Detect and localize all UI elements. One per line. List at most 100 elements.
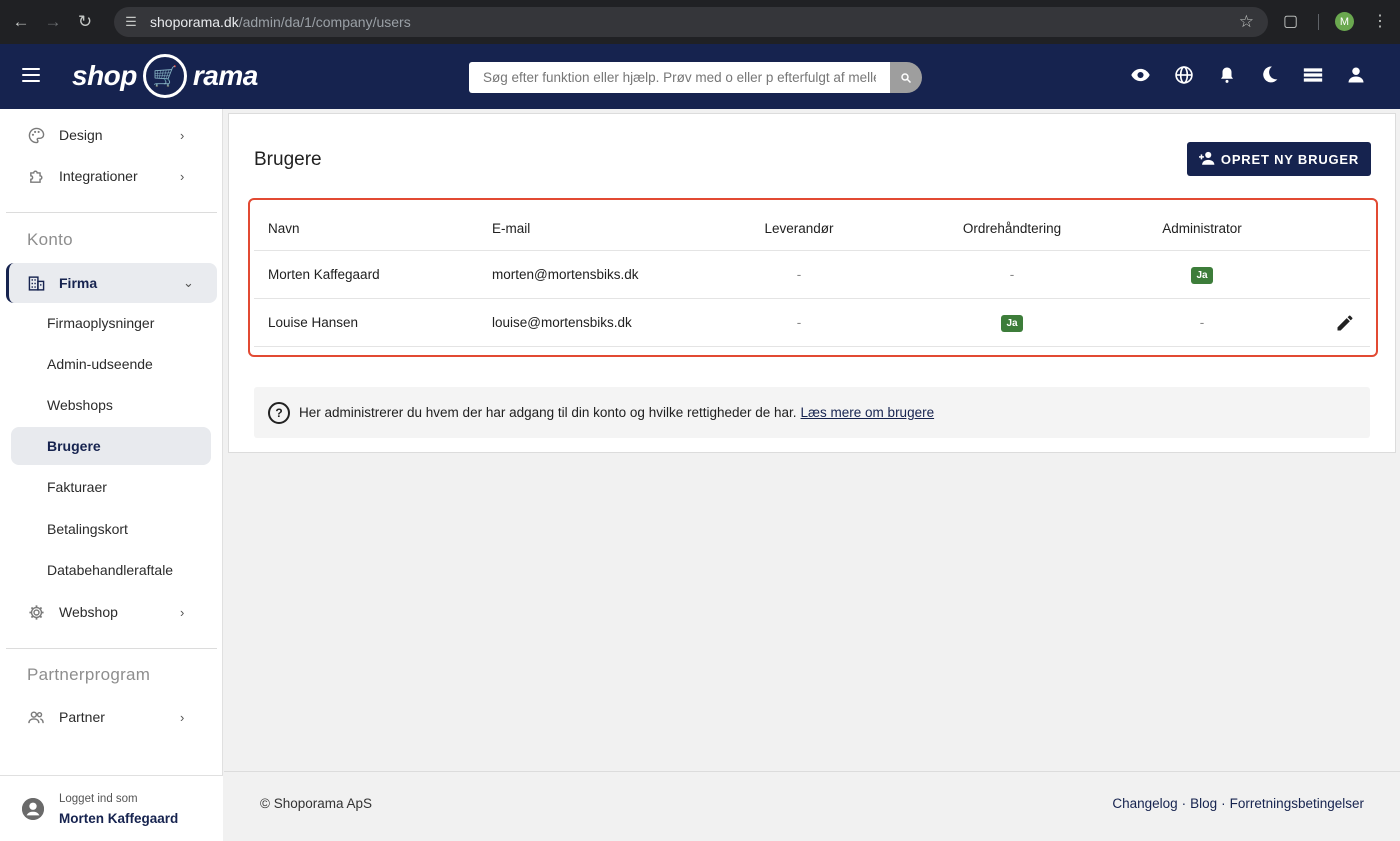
user-email-cell: morten@mortensbiks.dk [492,267,639,282]
back-icon[interactable]: ← [10,11,32,33]
url-text: shoporama.dk/admin/da/1/company/users [150,14,411,30]
bookmark-star-icon[interactable]: ☆ [1239,12,1254,32]
account-circle-icon [22,798,44,820]
column-header-ordrehandtering[interactable]: Ordrehåndtering [942,221,1082,236]
ordre-cell: - [1009,267,1015,282]
learn-more-link[interactable]: Læs mere om brugere [801,405,935,420]
copyright-text: © Shoporama ApS [260,796,373,811]
admin-cell: - [1199,315,1205,330]
search-input[interactable] [469,62,890,93]
ordre-cell: Ja [942,314,1082,332]
table-header-row: Navn E-mail Leverandør Ordrehåndtering A… [254,206,1370,251]
changelog-link[interactable]: Changelog [1112,796,1177,811]
menu-stack-icon[interactable] [1302,64,1323,85]
sidebar-item-design[interactable]: Design › [0,115,217,155]
person-add-icon [1198,151,1215,168]
app-header: shop 🛒 rama [0,44,1400,109]
bell-icon[interactable] [1216,64,1237,85]
building-icon [27,274,45,292]
sidebar-divider [6,648,217,649]
globe-icon[interactable] [1173,64,1194,85]
table-row[interactable]: Louise Hansen louise@mortensbiks.dk - Ja… [254,299,1370,347]
footer-separator: · [1221,796,1226,811]
chevron-right-icon: › [180,604,185,620]
page-footer: © Shoporama ApS Changelog · Blog · Forre… [224,771,1400,841]
footer-separator: · [1181,796,1187,811]
palette-icon [27,126,45,144]
section-label-konto: Konto [27,230,73,249]
logged-in-panel: Logget ind som Morten Kaffegaard [0,775,223,841]
edit-pencil-icon[interactable] [1334,312,1356,334]
section-label-partnerprogram: Partnerprogram [27,665,151,684]
sidebar-sub-databehandleraftale[interactable]: Databehandleraftale [11,551,211,589]
chevron-down-icon: ⌄ [183,275,194,290]
leverandor-cell: - [796,267,802,282]
sidebar-item-label: Firma [59,275,98,291]
logo-text-left: shop [72,60,137,91]
page-title: Brugere [254,149,322,170]
shoporama-logo[interactable]: shop 🛒 rama [72,54,258,98]
status-badge: Ja [1191,266,1213,284]
sidebar: Design › Integrationer › Konto Firma ⌄ F… [0,109,223,841]
blog-link[interactable]: Blog [1190,796,1217,811]
extensions-icon[interactable]: ▢ [1283,11,1298,31]
site-info-icon[interactable]: ☰ [122,13,140,31]
cart-logo-icon: 🛒 [142,54,187,98]
sidebar-item-firma[interactable]: Firma ⌄ [6,263,217,303]
hamburger-menu-icon[interactable] [22,68,40,82]
toolbar-divider [1318,14,1319,30]
terms-link[interactable]: Forretningsbetingelser [1230,796,1364,811]
sidebar-sub-admin-udseende[interactable]: Admin-udseende [11,345,211,383]
sidebar-divider [6,212,217,213]
help-circle-icon: ? [268,401,290,424]
user-name-cell: Morten Kaffegaard [268,267,380,282]
column-header-administrator[interactable]: Administrator [1142,221,1262,236]
chevron-right-icon: › [180,127,185,143]
browser-menu-icon[interactable]: ⋮ [1372,11,1388,31]
create-user-button[interactable]: OPRET NY BRUGER [1187,142,1371,176]
leverandor-cell: - [796,315,802,330]
chevron-right-icon: › [180,709,185,725]
address-bar[interactable]: ☰ shoporama.dk/admin/da/1/company/users … [114,7,1268,37]
user-name-cell: Louise Hansen [268,315,359,330]
info-text: Her administrerer du hvem der har adgang… [299,405,797,420]
column-header-leverandor[interactable]: Leverandør [764,221,834,236]
search-bar [469,62,922,93]
puzzle-icon [27,167,45,185]
table-row[interactable]: Morten Kaffegaard morten@mortensbiks.dk … [254,251,1370,299]
sidebar-item-partner[interactable]: Partner › [0,697,217,737]
sidebar-item-label: Design [59,127,103,143]
user-email-cell: louise@mortensbiks.dk [492,315,632,330]
column-header-email[interactable]: E-mail [492,221,530,236]
header-icons [1130,64,1366,85]
info-box: ? Her administrerer du hvem der har adga… [254,387,1370,438]
sidebar-sub-firmaoplysninger[interactable]: Firmaoplysninger [11,304,211,342]
reload-icon[interactable]: ↻ [74,11,96,33]
browser-toolbar: ← → ↻ ☰ shoporama.dk/admin/da/1/company/… [0,0,1400,44]
sidebar-sub-fakturaer[interactable]: Fakturaer [11,468,211,506]
logged-in-label: Logget ind som [59,793,138,805]
footer-links: Changelog · Blog · Forretningsbetingelse… [1112,796,1364,811]
sidebar-item-label: Partner [59,709,105,725]
eye-icon[interactable] [1130,64,1151,85]
sidebar-sub-webshops[interactable]: Webshops [11,386,211,424]
forward-icon[interactable]: → [42,11,64,33]
moon-icon[interactable] [1259,64,1280,85]
sidebar-sub-betalingskort[interactable]: Betalingskort [11,510,211,548]
users-table: Navn E-mail Leverandør Ordrehåndtering A… [254,206,1370,347]
sidebar-item-label: Webshop [59,604,118,620]
status-badge: Ja [1001,314,1023,332]
sidebar-item-integrationer[interactable]: Integrationer › [0,156,217,196]
search-icon[interactable] [890,62,922,93]
profile-avatar[interactable]: M [1335,12,1354,31]
person-icon[interactable] [1345,64,1366,85]
column-header-navn[interactable]: Navn [268,221,300,236]
sidebar-item-label: Integrationer [59,168,138,184]
sidebar-item-webshop[interactable]: Webshop › [0,592,217,632]
chevron-right-icon: › [180,168,185,184]
sidebar-sub-brugere[interactable]: Brugere [11,427,211,465]
create-user-label: OPRET NY BRUGER [1220,151,1360,167]
gear-icon [27,603,45,621]
logged-in-user-name[interactable]: Morten Kaffegaard [59,811,178,826]
url-host: shoporama.dk [150,14,239,30]
